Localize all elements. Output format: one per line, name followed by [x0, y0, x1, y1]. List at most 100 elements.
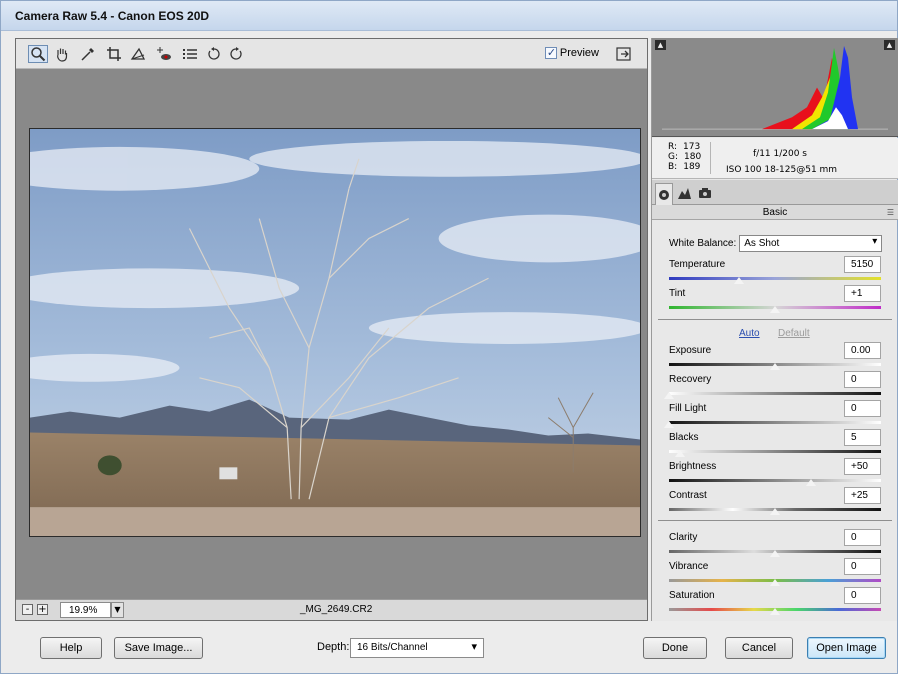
- vibrance-thumb[interactable]: [770, 579, 780, 586]
- vibrance-value-field[interactable]: 0: [844, 558, 881, 575]
- open-image-button[interactable]: Open Image: [807, 637, 886, 659]
- divider-line: [658, 520, 892, 521]
- recovery-value-field[interactable]: 0: [844, 371, 881, 388]
- g-label: G:: [668, 152, 679, 162]
- brightness-track[interactable]: [669, 479, 881, 482]
- preferences-icon[interactable]: [180, 45, 200, 63]
- recovery-thumb[interactable]: [664, 392, 674, 399]
- panel-header: Basic ☰: [652, 205, 898, 220]
- vibrance-label: Vibrance: [669, 561, 709, 572]
- white-balance-icon[interactable]: [78, 45, 98, 63]
- cancel-button[interactable]: Cancel: [725, 637, 793, 659]
- white-balance-row: White Balance: As Shot: [669, 235, 883, 252]
- blacks-track[interactable]: [669, 450, 881, 453]
- contrast-value-field[interactable]: +25: [844, 487, 881, 504]
- help-button[interactable]: Help: [40, 637, 102, 659]
- saturation-slider[interactable]: Saturation 0: [669, 587, 881, 620]
- photo-preview[interactable]: [29, 128, 641, 537]
- blacks-thumb[interactable]: [674, 450, 685, 457]
- recovery-track[interactable]: [669, 392, 881, 395]
- zoom-level-field[interactable]: 19.9%: [60, 602, 111, 618]
- hand-icon[interactable]: [52, 45, 72, 63]
- depth-select[interactable]: 16 Bits/Channel: [350, 638, 484, 658]
- brightness-thumb[interactable]: [806, 479, 817, 486]
- camera-raw-window: Camera Raw 5.4 - Canon EOS 20D ✓ Preview…: [0, 0, 898, 674]
- saturation-label: Saturation: [669, 590, 715, 601]
- temperature-thumb[interactable]: [733, 277, 744, 284]
- file-name: _MG_2649.CR2: [300, 604, 373, 615]
- rotate-right-icon[interactable]: [226, 45, 246, 63]
- adjustments-pane: ▲ ▲ R: 173 G: 180 B: 189 f/11 1/200 s ISO 1…: [651, 38, 898, 621]
- saturation-thumb[interactable]: [770, 608, 780, 615]
- highlight-clipping-icon[interactable]: ▲: [884, 40, 895, 50]
- r-label: R:: [668, 142, 678, 152]
- saturation-value-field[interactable]: 0: [844, 587, 881, 604]
- straighten-icon[interactable]: [128, 45, 148, 63]
- clarity-thumb[interactable]: [770, 550, 780, 557]
- tint-label: Tint: [669, 288, 686, 299]
- window-title: Camera Raw 5.4 - Canon EOS 20D: [15, 9, 210, 23]
- crop-icon[interactable]: [104, 45, 124, 63]
- tint-value-field[interactable]: +1: [844, 285, 881, 302]
- landscape-photo: [30, 129, 640, 536]
- exposure-value-field[interactable]: 0.00: [844, 342, 881, 359]
- recovery-label: Recovery: [669, 374, 712, 385]
- clarity-value-field[interactable]: 0: [844, 529, 881, 546]
- fill-light-track[interactable]: [669, 421, 881, 424]
- fill-light-thumb[interactable]: [664, 421, 674, 428]
- done-button[interactable]: Done: [643, 637, 707, 659]
- zoom-in-button[interactable]: +: [37, 604, 48, 615]
- tone-curve-tab-icon[interactable]: [675, 183, 693, 202]
- b-label: B:: [668, 162, 678, 172]
- exposure-thumb[interactable]: [770, 363, 780, 370]
- brightness-label: Brightness: [669, 461, 717, 472]
- blacks-label: Blacks: [669, 432, 699, 443]
- detail-tab-icon[interactable]: [696, 183, 714, 202]
- temperature-value-field[interactable]: 5150: [844, 256, 881, 273]
- white-balance-select[interactable]: As Shot: [739, 235, 883, 252]
- panel-menu-icon[interactable]: ☰: [887, 205, 894, 220]
- iso-lens: ISO 100 18-125@51 mm: [726, 165, 838, 175]
- aperture-shutter: f/11 1/200 s: [753, 149, 807, 159]
- panel-title: Basic: [762, 207, 788, 218]
- contrast-label: Contrast: [669, 490, 707, 501]
- temperature-label: Temperature: [669, 259, 726, 270]
- temperature-track[interactable]: [669, 277, 881, 280]
- contrast-slider[interactable]: Contrast +25: [669, 487, 881, 520]
- zoom-icon[interactable]: [28, 45, 48, 63]
- fullscreen-icon[interactable]: [615, 45, 633, 63]
- preview-checkbox[interactable]: [544, 46, 557, 59]
- blacks-value-field[interactable]: 5: [844, 429, 881, 446]
- tint-thumb[interactable]: [770, 306, 780, 313]
- save-image-button[interactable]: Save Image...: [114, 637, 203, 659]
- pixel-readout: R: 173 G: 180 B: 189 f/11 1/200 s ISO 100 1…: [652, 138, 898, 179]
- shadow-clipping-icon[interactable]: ▲: [655, 40, 666, 50]
- panel-tabs: [652, 180, 898, 205]
- status-bar: - + 19.9% ▼ _MG_2649.CR2: [16, 599, 647, 620]
- default-link[interactable]: Default: [778, 328, 810, 339]
- fill-light-value-field[interactable]: 0: [844, 400, 881, 417]
- r-value: 173: [683, 142, 701, 152]
- basic-tab-icon[interactable]: [655, 183, 673, 205]
- readout-divider: [710, 142, 711, 174]
- b-value: 189: [683, 162, 701, 172]
- image-viewer: Preview: [15, 38, 648, 621]
- histogram: ▲ ▲: [652, 38, 898, 137]
- divider-line: [658, 319, 892, 320]
- zoom-out-button[interactable]: -: [22, 604, 33, 615]
- red-eye-icon[interactable]: [154, 45, 174, 63]
- zoom-dropdown-icon[interactable]: ▼: [111, 602, 124, 618]
- title-bar: Camera Raw 5.4 - Canon EOS 20D: [1, 1, 897, 31]
- exif-info: f/11 1/200 s ISO 100 18-125@51 mm: [726, 146, 837, 178]
- contrast-thumb[interactable]: [770, 508, 780, 515]
- brightness-value-field[interactable]: +50: [844, 458, 881, 475]
- auto-link[interactable]: Auto: [739, 328, 760, 339]
- white-balance-label: White Balance:: [669, 238, 737, 249]
- fill-light-label: Fill Light: [669, 403, 707, 414]
- tool-bar: Preview: [16, 39, 647, 69]
- clarity-label: Clarity: [669, 532, 698, 543]
- tint-slider[interactable]: Tint +1: [669, 285, 881, 318]
- preview-toggle[interactable]: Preview: [544, 46, 599, 59]
- g-value: 180: [684, 152, 702, 162]
- rotate-left-icon[interactable]: [204, 45, 224, 63]
